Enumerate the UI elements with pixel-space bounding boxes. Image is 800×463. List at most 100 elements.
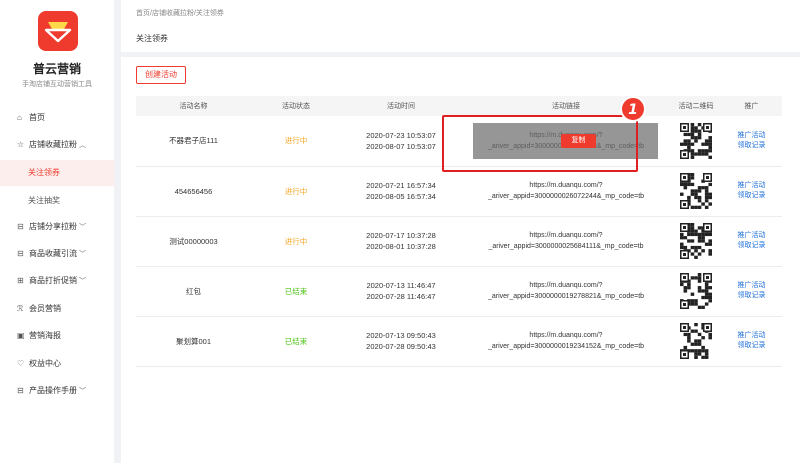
promo-activity-link[interactable]: 推广活动 — [721, 131, 782, 141]
qr-code-icon[interactable] — [680, 173, 712, 209]
discount-icon: ⊞ — [17, 276, 24, 285]
nav-label: 会员营销 — [29, 304, 61, 313]
table-row: 红包 已结束 2020-07-13 11:46:47 2020-07-28 11:46… — [136, 266, 782, 317]
activity-status: 进行中 — [251, 216, 341, 267]
col-time: 活动时间 — [341, 96, 461, 116]
page-header: 首页/店铺收藏拉粉/关注领券 关注领券 — [121, 0, 800, 52]
activity-status: 已结束 — [251, 266, 341, 317]
nav-home[interactable]: ⌂ 首页 — [0, 107, 114, 129]
rights-icon: ♡ — [17, 359, 25, 368]
activity-qrcode-cell — [671, 116, 721, 167]
start-time: 2020-07-13 09:50:43 — [366, 331, 436, 340]
end-time: 2020-07-28 09:50:43 — [366, 342, 436, 351]
claim-records-link[interactable]: 领取记录 — [721, 341, 782, 351]
claim-records-link[interactable]: 领取记录 — [721, 241, 782, 251]
col-name: 活动名称 — [136, 96, 251, 116]
activity-qrcode-cell — [671, 316, 721, 367]
activity-status: 进行中 — [251, 116, 341, 167]
nav-label: 首页 — [29, 113, 45, 122]
home-icon: ⌂ — [17, 113, 22, 122]
activity-link-cell: https://m.duanqu.com/?_ariver_appid=3000… — [461, 266, 671, 317]
nav-label: 商品收藏引流 — [29, 249, 77, 258]
poster-icon: ▣ — [17, 331, 25, 340]
activity-name: 454656456 — [136, 166, 251, 217]
activity-link[interactable]: https://m.duanqu.com/?_ariver_appid=3000… — [461, 280, 671, 302]
activity-qrcode-cell — [671, 216, 721, 267]
nav-store-share[interactable]: ⊟ 店铺分享拉粉 ﹀ — [0, 216, 114, 238]
activity-status: 已结束 — [251, 316, 341, 367]
table-header: 活动名称 活动状态 活动时间 活动链接 活动二维码 推广 — [136, 96, 782, 116]
col-promo: 推广 — [721, 96, 782, 116]
end-time: 2020-08-01 10:37:28 — [366, 242, 436, 251]
activity-link[interactable]: https://m.duanqu.com/?_ariver_appid=3000… — [461, 330, 671, 352]
nav-manual[interactable]: ⊟ 产品操作手册 ﹀ — [0, 380, 114, 402]
activity-name: 红包 — [136, 266, 251, 317]
table-row: 测试00000003 进行中 2020-07-17 10:37:28 2020-08-… — [136, 216, 782, 267]
promo-activity-link[interactable]: 推广活动 — [721, 331, 782, 341]
table-row: 454656456 进行中 2020-07-21 16:57:34 2020-08-0… — [136, 166, 782, 217]
activity-link[interactable]: https://m.duanqu.com/?_ariver_appid=3000… — [461, 230, 671, 252]
end-time: 2020-07-28 11:46:47 — [366, 292, 436, 301]
chevron-down-icon: ﹀ — [79, 278, 86, 285]
qr-code-icon[interactable] — [680, 323, 712, 359]
member-icon: ℛ — [17, 304, 24, 313]
activity-link[interactable]: https://m.duanqu.com/?_ariver_appid=3000… — [461, 180, 671, 202]
nav-label: 产品操作手册 — [29, 386, 77, 395]
promo-cell: 推广活动 领取记录 — [721, 216, 782, 267]
nav-label: 权益中心 — [29, 359, 61, 368]
activity-link-cell: https://m.duanqu.com/?_ariver_appid=3000… — [461, 316, 671, 367]
share-icon: ⊟ — [17, 222, 24, 231]
start-time: 2020-07-13 11:46:47 — [366, 281, 436, 290]
claim-records-link[interactable]: 领取记录 — [721, 141, 782, 151]
promo-cell: 推广活动 领取记录 — [721, 266, 782, 317]
bag-icon: ⊟ — [17, 249, 24, 258]
sidebar: 普云营销 手淘店铺互动营销工具 ⌂ 首页 ☆ 店铺收藏拉粉 ︿ 关注领券 关注抽奖 ⊟… — [0, 0, 114, 463]
nav-product-collect[interactable]: ⊟ 商品收藏引流 ﹀ — [0, 243, 114, 265]
claim-records-link[interactable]: 领取记录 — [721, 191, 782, 201]
promo-activity-link[interactable]: 推广活动 — [721, 281, 782, 291]
nav-product-discount[interactable]: ⊞ 商品打折促销 ﹀ — [0, 270, 114, 292]
claim-records-link[interactable]: 领取记录 — [721, 291, 782, 301]
qr-code-icon[interactable] — [680, 223, 712, 259]
activity-name: 不器君子店111 — [136, 116, 251, 167]
step-badge: 1 — [620, 96, 646, 122]
nav-rights[interactable]: ♡ 权益中心 — [0, 353, 114, 375]
promo-cell: 推广活动 领取记录 — [721, 166, 782, 217]
brand-name: 普云营销 — [32, 62, 81, 76]
nav-label: 商品打折促销 — [29, 276, 77, 285]
brand-subtitle: 手淘店铺互动营销工具 — [22, 81, 92, 88]
activity-time: 2020-07-21 16:57:34 2020-08-05 16:57:34 — [341, 166, 461, 217]
nav-label: 店铺收藏拉粉 — [29, 140, 77, 149]
activity-name: 聚划算001 — [136, 316, 251, 367]
create-activity-button[interactable]: 创建活动 — [136, 66, 186, 84]
promo-activity-link[interactable]: 推广活动 — [721, 181, 782, 191]
nav-follow-coupon[interactable]: 关注领券 — [0, 160, 114, 186]
activity-time: 2020-07-17 10:37:28 2020-08-01 10:37:28 — [341, 216, 461, 267]
activity-time: 2020-07-13 11:46:47 2020-07-28 11:46:47 — [341, 266, 461, 317]
nav-follow-lottery[interactable]: 关注抽奖 — [0, 188, 114, 214]
star-icon: ☆ — [17, 140, 25, 149]
app-logo — [38, 11, 78, 51]
chevron-down-icon: ﹀ — [79, 251, 86, 258]
activity-name: 测试00000003 — [136, 216, 251, 267]
activity-link-cell: https://m.duanqu.com/?_ariver_appid=3000… — [461, 216, 671, 267]
qr-code-icon[interactable] — [680, 273, 712, 309]
promo-activity-link[interactable]: 推广活动 — [721, 231, 782, 241]
activity-qrcode-cell — [671, 166, 721, 217]
breadcrumb[interactable]: 首页/店铺收藏拉粉/关注领券 — [136, 8, 224, 18]
promo-cell: 推广活动 领取记录 — [721, 316, 782, 367]
qr-code-icon[interactable] — [680, 122, 712, 159]
chevron-up-icon: ︿ — [79, 142, 86, 149]
step-badge-number: 1 — [628, 102, 638, 118]
nav-label: 营销海报 — [29, 331, 61, 340]
table-row: 聚划算001 已结束 2020-07-13 09:50:43 2020-07-28 0… — [136, 316, 782, 367]
nav-store-follow[interactable]: ☆ 店铺收藏拉粉 ︿ — [0, 134, 114, 156]
manual-icon: ⊟ — [17, 386, 24, 395]
start-time: 2020-07-21 16:57:34 — [366, 181, 436, 190]
chevron-down-icon: ﹀ — [79, 224, 86, 231]
start-time: 2020-07-17 10:37:28 — [366, 231, 436, 240]
page-title: 关注领券 — [136, 34, 168, 43]
nav-member[interactable]: ℛ 会员营销 — [0, 298, 114, 320]
nav-poster[interactable]: ▣ 营销海报 — [0, 325, 114, 347]
col-status: 活动状态 — [251, 96, 341, 116]
